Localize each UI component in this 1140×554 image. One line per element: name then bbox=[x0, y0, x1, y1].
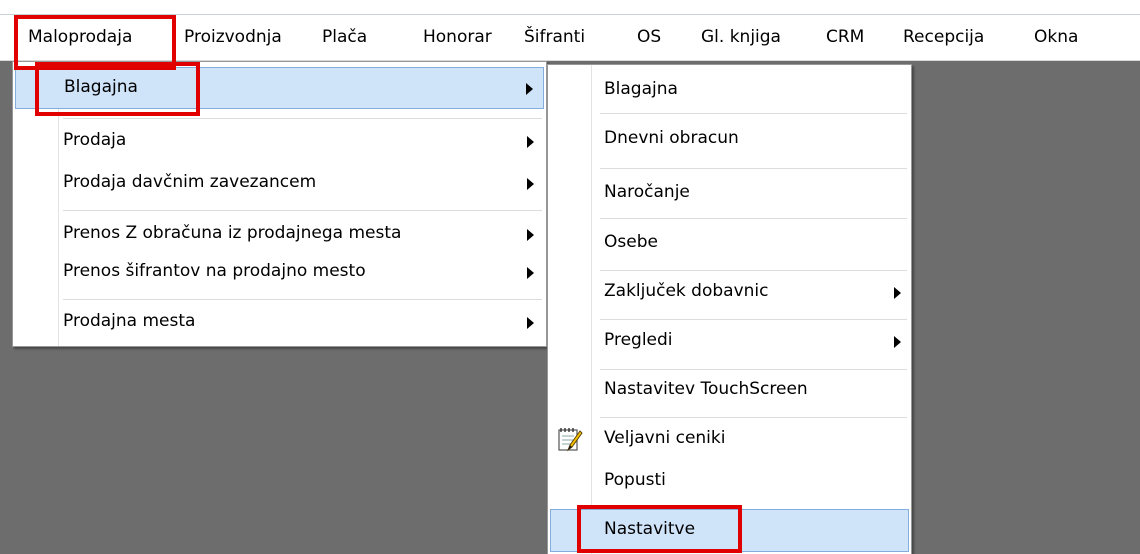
menu-item-label: Veljavni ceniki bbox=[604, 428, 726, 448]
menu-item-label: Naročanje bbox=[604, 182, 690, 202]
menu-separator bbox=[600, 417, 907, 418]
menu-item-label: Prodajna mesta bbox=[63, 311, 196, 331]
window-top-edge bbox=[0, 0, 1140, 15]
menu-separator bbox=[63, 210, 542, 211]
menu-item-blagajna-sub[interactable]: Blagajna bbox=[550, 70, 909, 112]
menu-item-label: Dnevni obracun bbox=[604, 128, 739, 148]
submenu-arrow-icon bbox=[894, 287, 901, 299]
menu-separator bbox=[63, 118, 542, 119]
menu-item-label: Prodaja davčnim zavezancem bbox=[63, 172, 317, 192]
submenu-arrow-icon bbox=[894, 336, 901, 348]
menu-separator bbox=[63, 299, 542, 300]
menu-item-prodaja[interactable]: Prodaja bbox=[15, 121, 544, 163]
menu-item-veljavni-ceniki[interactable]: Veljavni ceniki bbox=[550, 419, 909, 461]
menu-item-pregledi[interactable]: Pregledi bbox=[550, 321, 909, 363]
menu-separator bbox=[600, 113, 907, 114]
submenu-arrow-icon bbox=[527, 267, 534, 279]
menu-item-popusti[interactable]: Popusti bbox=[550, 461, 909, 503]
menu-item-narocanje[interactable]: Naročanje bbox=[550, 173, 909, 215]
menu-proizvodnja[interactable]: Proizvodnja bbox=[184, 15, 282, 60]
menu-item-osebe[interactable]: Osebe bbox=[550, 223, 909, 265]
menu-separator bbox=[600, 218, 907, 219]
menu-okna[interactable]: Okna bbox=[1034, 15, 1078, 60]
menu-item-label: Popusti bbox=[604, 470, 666, 490]
menu-recepcija[interactable]: Recepcija bbox=[903, 15, 984, 60]
menu-item-prodaja-davcnim-zavezancem[interactable]: Prodaja davčnim zavezancem bbox=[15, 163, 544, 205]
menu-sifranti[interactable]: Šifranti bbox=[524, 15, 585, 60]
menu-separator bbox=[600, 319, 907, 320]
submenu-arrow-icon bbox=[527, 136, 534, 148]
menu-item-label: Blagajna bbox=[604, 79, 678, 99]
menu-item-prenos-z-obracuna[interactable]: Prenos Z obračuna iz prodajnega mesta bbox=[15, 214, 544, 256]
notepad-pencil-icon bbox=[558, 428, 583, 452]
menu-item-label: Prenos Z obračuna iz prodajnega mesta bbox=[63, 223, 402, 243]
menu-separator bbox=[600, 168, 907, 169]
menu-os[interactable]: OS bbox=[637, 15, 661, 60]
submenu-arrow-icon bbox=[527, 178, 534, 190]
menu-item-label: Nastavitev TouchScreen bbox=[604, 379, 808, 399]
menu-separator bbox=[600, 270, 907, 271]
menu-gl-knjiga[interactable]: Gl. knjiga bbox=[701, 15, 781, 60]
menu-item-label: Prodaja bbox=[63, 130, 127, 150]
menu-item-prodajna-mesta[interactable]: Prodajna mesta bbox=[15, 302, 544, 344]
menu-item-prenos-sifrantov[interactable]: Prenos šifrantov na prodajno mesto bbox=[15, 252, 544, 294]
menu-item-label: Pregledi bbox=[604, 330, 673, 350]
menu-item-label: Zaključek dobavnic bbox=[604, 281, 769, 301]
submenu-arrow-icon bbox=[527, 229, 534, 241]
annotation-highlight-blagajna bbox=[35, 62, 200, 116]
menu-item-zakljucek-dobavnic[interactable]: Zaključek dobavnic bbox=[550, 272, 909, 314]
menu-honorar[interactable]: Honorar bbox=[423, 15, 492, 60]
menu-item-dnevni-obracun[interactable]: Dnevni obracun bbox=[550, 119, 909, 161]
menu-item-nastavitev-touchscreen[interactable]: Nastavitev TouchScreen bbox=[550, 370, 909, 412]
blagajna-submenu: Blagajna Dnevni obracun Naročanje Osebe … bbox=[547, 64, 912, 554]
submenu-arrow-icon bbox=[527, 317, 534, 329]
submenu-arrow-icon bbox=[526, 83, 533, 95]
annotation-highlight-nastavitve bbox=[577, 505, 742, 553]
menu-item-label: Osebe bbox=[604, 232, 658, 252]
menu-placa[interactable]: Plača bbox=[322, 15, 367, 60]
menu-item-label: Prenos šifrantov na prodajno mesto bbox=[63, 261, 366, 281]
menu-crm[interactable]: CRM bbox=[826, 15, 864, 60]
